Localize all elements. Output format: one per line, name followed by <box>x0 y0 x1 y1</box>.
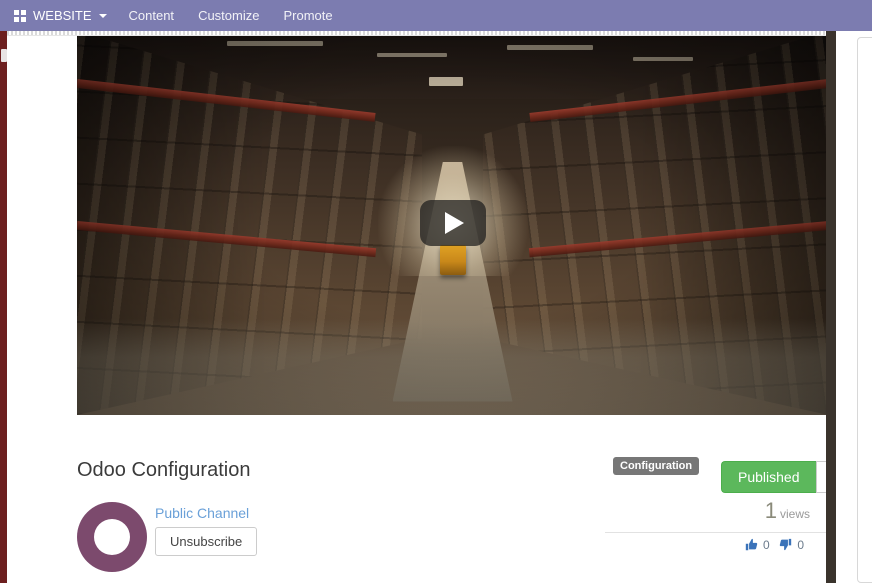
views-counter: 1 views <box>765 498 810 524</box>
publish-dropdown-toggle[interactable] <box>815 461 826 493</box>
thumbs-down-icon[interactable] <box>776 538 796 552</box>
right-page-edge <box>826 31 836 583</box>
page-title: Odoo Configuration <box>77 459 251 481</box>
channel-link[interactable]: Public Channel <box>155 505 249 521</box>
page-content: Odoo Configuration Public Channel Unsubs… <box>7 36 826 583</box>
publish-button-group: Published <box>721 461 826 493</box>
avatar-inner <box>94 519 130 555</box>
ratings-block: 0 0 <box>745 538 810 552</box>
chevron-down-icon <box>98 13 107 18</box>
play-triangle <box>445 212 464 234</box>
left-panel-handle[interactable] <box>1 49 7 62</box>
nav-item-promote[interactable]: Promote <box>271 0 344 31</box>
dislikes-count: 0 <box>797 538 804 552</box>
right-side-panel <box>836 31 872 583</box>
chevron-down-icon <box>825 474 826 480</box>
unsubscribe-button[interactable]: Unsubscribe <box>155 527 258 556</box>
published-button[interactable]: Published <box>721 461 816 493</box>
navbar-divider <box>7 31 826 36</box>
left-edge-strip <box>0 31 7 583</box>
grid-icon <box>14 9 26 22</box>
thumbs-up-icon[interactable] <box>745 538 761 552</box>
views-label: views <box>779 507 810 521</box>
top-navbar: WEBSITE Content Customize Promote <box>0 0 872 31</box>
views-divider <box>605 532 826 533</box>
likes-count: 0 <box>762 538 770 552</box>
avatar <box>77 502 147 572</box>
video-player[interactable] <box>77 36 826 415</box>
status-badge: Configuration <box>613 457 700 475</box>
brand-menu[interactable]: WEBSITE <box>0 0 117 31</box>
play-icon[interactable] <box>419 200 486 246</box>
brand-label: WEBSITE <box>33 8 92 23</box>
views-count: 1 <box>764 498 777 523</box>
nav-item-customize[interactable]: Customize <box>186 0 271 31</box>
right-side-panel-card <box>857 37 872 583</box>
nav-item-content[interactable]: Content <box>117 0 187 31</box>
